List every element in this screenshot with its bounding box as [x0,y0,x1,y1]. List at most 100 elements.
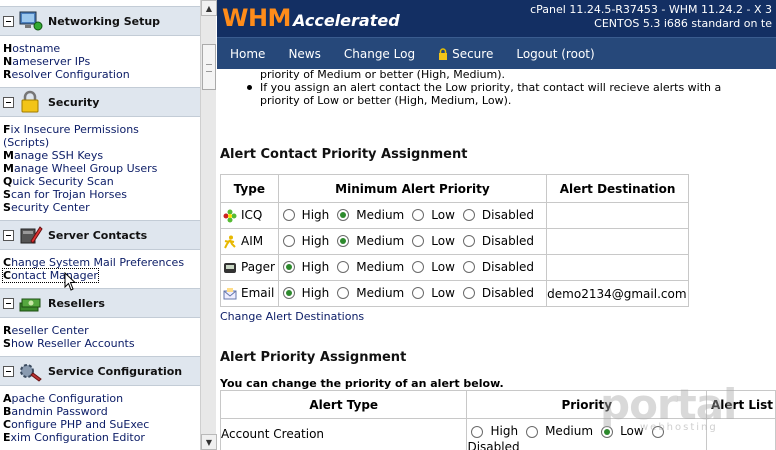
link-security-center[interactable]: Security Center [3,201,200,214]
link-hostname[interactable]: Hostname [3,42,200,55]
radio-option-high[interactable]: High [282,208,329,222]
radio-button[interactable] [412,234,425,247]
radio-option-low[interactable]: Low [412,260,455,274]
radio-button[interactable] [462,260,475,273]
radio-button[interactable] [282,260,295,273]
resellers-links: Reseller Center Show Reseller Accounts [0,318,200,356]
radio-button[interactable] [282,208,295,221]
link-resolver-configuration[interactable]: Resolver Configuration [3,68,200,81]
nav-change-log[interactable]: Change Log [344,47,415,61]
pager-icon [223,261,237,275]
radio-option-disabled[interactable]: Disabled [462,208,534,222]
collapse-toggle[interactable] [3,15,14,27]
section-title: Security [48,95,100,109]
priority-radio-group: High Medium Low Disabled [277,202,548,229]
nav-secure[interactable]: Secure [438,47,493,61]
alert-destination-cell [546,228,689,255]
radio-option-medium[interactable]: Medium [337,260,404,274]
security-links: Fix Insecure Permissions (Scripts) Manag… [0,117,200,220]
radio-option-low[interactable]: Low [412,286,455,300]
radio-button[interactable] [471,425,484,438]
radio-option-disabled[interactable]: Disabled [462,260,534,274]
section-header-networking[interactable]: Networking Setup [0,6,200,36]
scroll-up-arrow-icon[interactable]: ▲ [201,0,217,16]
radio-option-disabled[interactable]: Disabled [462,286,534,300]
section-header-resellers[interactable]: Resellers [0,288,200,318]
radio-button[interactable] [337,260,350,273]
radio-option-medium[interactable]: Medium [337,208,404,222]
scrollbar-thumb[interactable] [202,44,216,90]
note-low-priority: If you assign an alert contact the Low p… [247,81,776,107]
server-contact-icon [20,226,43,244]
contact-type-cell: Email [220,280,279,307]
contact-priority-table: Type Minimum Alert Priority Alert Destin… [220,174,689,307]
sidebar: Networking Setup Hostname Nameserver IPs… [0,0,200,450]
nav-news[interactable]: News [288,47,320,61]
alert-destination-cell [546,202,689,229]
table-row: AIM High Medium Low Disabled [220,228,689,255]
radio-button[interactable] [337,286,350,299]
alert-type-cell: Account Creation [219,418,468,450]
radio-button[interactable] [337,208,350,221]
padlock-icon [21,90,39,113]
radio-button[interactable] [462,208,475,221]
radio-option-medium[interactable]: Medium [337,234,404,248]
collapse-toggle[interactable] [3,96,14,108]
table-row: Email High Medium Low Disabled demo2134@gmail… [220,280,689,307]
scroll-down-arrow-icon[interactable]: ▼ [201,434,217,450]
radio-option-high[interactable]: High [282,286,329,300]
col-alert-type: Alert Type [219,390,468,419]
link-apache-configuration[interactable]: Apache Configuration [3,392,200,405]
radio-button[interactable] [337,234,350,247]
link-fix-insecure-permissions[interactable]: Fix Insecure Permissions [3,123,200,136]
link-nameserver-ips[interactable]: Nameserver IPs [3,55,200,68]
section-header-security[interactable]: Security [0,87,200,117]
change-alert-destinations-link[interactable]: Change Alert Destinations [220,310,364,323]
section-header-server-contacts[interactable]: Server Contacts [0,220,200,250]
sidebar-scrollbar[interactable]: ▲ ▼ [200,0,217,450]
section-header-service-configuration[interactable]: Service Configuration [0,356,200,386]
radio-option-high[interactable]: High [282,234,329,248]
radio-button[interactable] [412,260,425,273]
section-title: Resellers [48,296,105,310]
alert-contact-priority-title: Alert Contact Priority Assignment [220,147,468,162]
server-contacts-links: Change System Mail Preferences Contact M… [0,250,200,288]
nav-logout[interactable]: Logout (root) [516,47,594,61]
link-exim-configuration-editor[interactable]: Exim Configuration Editor [3,431,200,444]
link-reseller-center[interactable]: Reseller Center [3,324,200,337]
top-nav: Home News Change Log Secure Logout (root… [217,37,776,69]
collapse-toggle[interactable] [3,365,14,377]
collapse-toggle[interactable] [3,229,14,241]
radio-option-high[interactable]: High [471,425,518,438]
lock-icon [439,47,448,60]
link-contact-manager[interactable]: Contact Manager [2,268,99,283]
link-change-system-mail-preferences[interactable]: Change System Mail Preferences [3,256,200,269]
link-show-reseller-accounts[interactable]: Show Reseller Accounts [3,337,200,350]
radio-option-high[interactable]: High [282,260,329,274]
radio-button[interactable] [526,425,539,438]
radio-button[interactable] [462,234,475,247]
radio-option-disabled[interactable]: Disabled [462,234,534,248]
link-bandmin-password[interactable]: Bandmin Password [3,405,200,418]
radio-button[interactable] [412,286,425,299]
radio-button[interactable] [282,286,295,299]
radio-option-low[interactable]: Low [412,234,455,248]
link-scan-trojan-horses[interactable]: Scan for Trojan Horses [3,188,200,201]
radio-option-low[interactable]: Low [412,208,455,222]
link-fix-insecure-permissions-cont[interactable]: (Scripts) [3,136,200,149]
link-quick-security-scan[interactable]: Quick Security Scan [3,175,200,188]
link-manage-ssh-keys[interactable]: Manage SSH Keys [3,149,200,162]
money-stack-icon [19,298,41,312]
radio-button[interactable] [412,208,425,221]
priority-radio-group: High Medium Low Disabled [277,254,548,281]
radio-option-medium[interactable]: Medium [337,286,404,300]
nav-home[interactable]: Home [230,47,265,61]
note-continuation: priority of Medium or better (High, Medi… [260,69,506,81]
link-manage-wheel-group-users[interactable]: Manage Wheel Group Users [3,162,200,175]
radio-button[interactable] [462,286,475,299]
link-configure-php-suexec[interactable]: Configure PHP and SuExec [3,418,200,431]
alert-destination-cell: demo2134@gmail.com [546,280,689,307]
radio-option-medium[interactable]: Medium [526,425,593,438]
radio-button[interactable] [282,234,295,247]
collapse-toggle[interactable] [3,297,14,309]
